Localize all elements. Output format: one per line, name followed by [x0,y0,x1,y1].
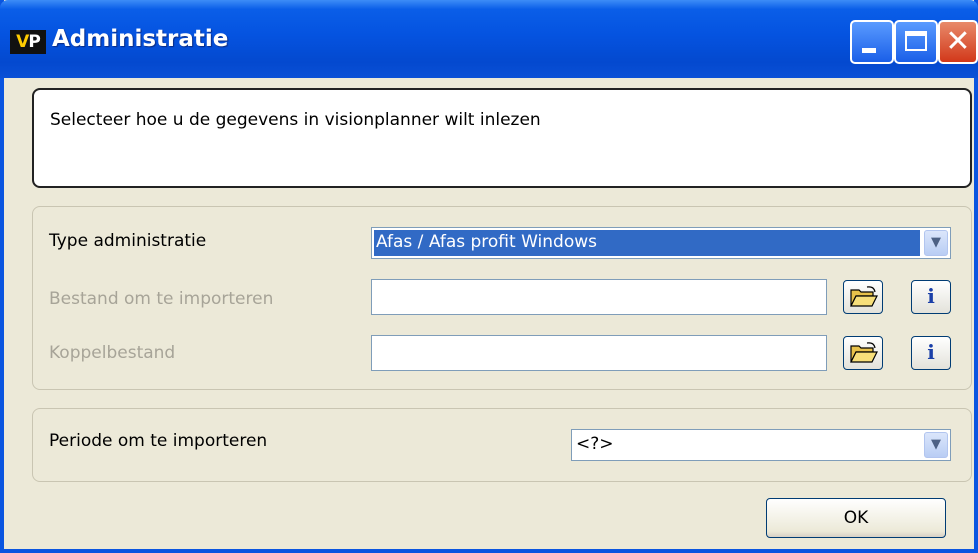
chevron-down-icon[interactable]: ▼ [924,230,948,256]
administratie-dialog: VP Administratie ✕ Selecteer hoe u de ge… [0,0,978,553]
close-button[interactable]: ✕ [938,20,978,64]
type-administratie-label: Type administratie [49,231,207,251]
period-group: Periode om te importeren <?> ▼ [32,408,972,482]
open-folder-icon [850,342,878,363]
periode-select[interactable]: <?> ▼ [571,429,951,461]
bestand-label: Bestand om te importeren [49,289,274,309]
maximize-icon [905,31,927,51]
window-title: Administratie [52,26,229,52]
title-bar[interactable]: VP Administratie ✕ [0,0,978,78]
ok-button[interactable]: OK [766,498,946,538]
maximize-button[interactable] [894,20,938,64]
minimize-button[interactable] [850,20,894,64]
periode-label: Periode om te importeren [49,431,268,451]
info-koppelbestand-button[interactable]: i [911,336,951,370]
close-icon: ✕ [945,24,971,59]
info-bestand-button[interactable]: i [911,280,951,314]
type-administratie-value: Afas / Afas profit Windows [376,232,597,252]
info-icon: i [927,284,935,308]
instruction-text: Selecteer hoe u de gegevens in visionpla… [50,110,541,130]
instruction-box: Selecteer hoe u de gegevens in visionpla… [32,88,972,188]
minimize-icon [862,48,876,53]
import-settings-group: Type administratie Afas / Afas profit Wi… [32,206,972,390]
periode-value: <?> [576,434,614,454]
vp-logo-icon: VP [10,30,46,54]
koppelbestand-input[interactable] [371,335,827,371]
open-folder-icon [850,286,878,307]
type-administratie-select[interactable]: Afas / Afas profit Windows ▼ [371,227,951,259]
browse-bestand-button[interactable] [843,280,883,314]
browse-koppelbestand-button[interactable] [843,336,883,370]
chevron-down-icon[interactable]: ▼ [924,432,948,458]
info-icon: i [927,340,935,364]
koppelbestand-label: Koppelbestand [49,343,176,363]
bestand-input[interactable] [371,279,827,315]
